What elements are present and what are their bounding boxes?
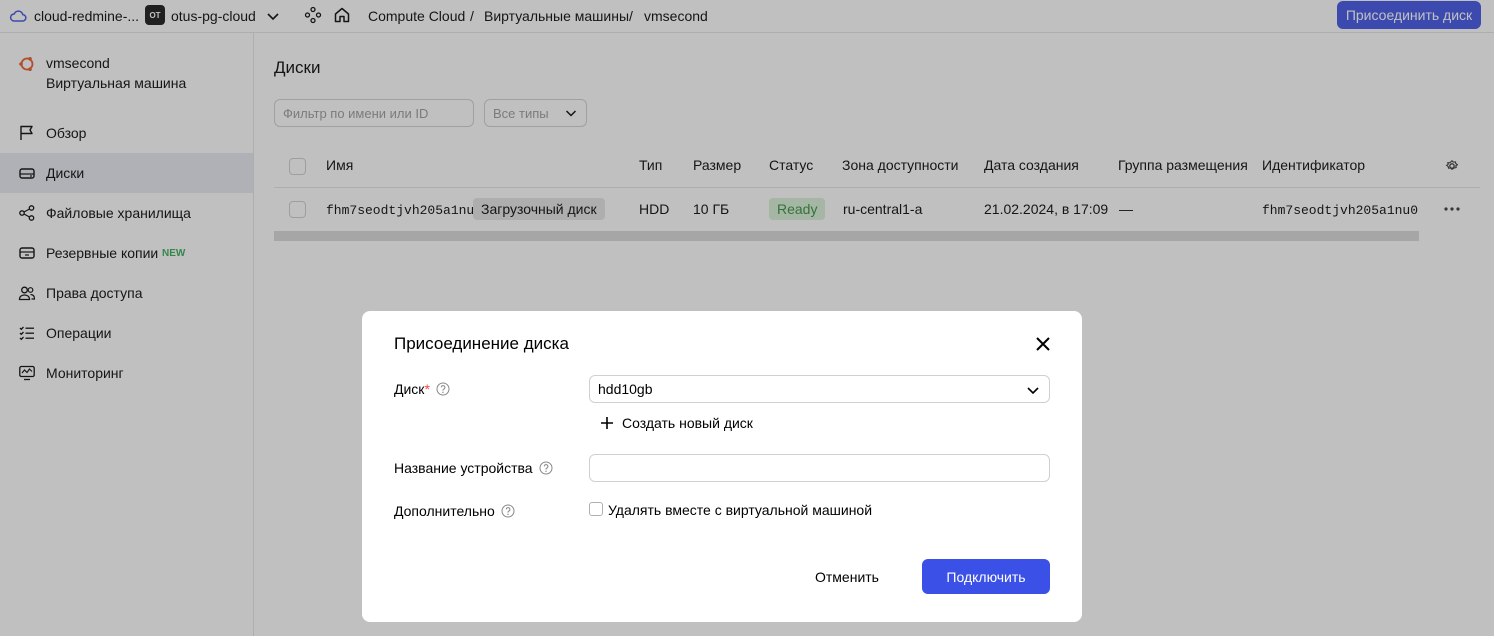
device-label-text: Название устройства bbox=[394, 460, 533, 476]
help-icon[interactable] bbox=[501, 504, 515, 518]
delete-with-vm-label[interactable]: Удалять вместе с виртуальной машиной bbox=[608, 502, 872, 518]
help-icon[interactable] bbox=[539, 461, 553, 475]
required-mark: * bbox=[424, 381, 430, 397]
extra-label-text: Дополнительно bbox=[394, 503, 495, 519]
create-new-disk-label: Создать новый диск bbox=[622, 415, 753, 431]
disk-field-label: Диск * bbox=[394, 381, 450, 397]
chevron-down-icon bbox=[1027, 387, 1039, 395]
help-icon[interactable] bbox=[436, 382, 450, 396]
close-icon[interactable] bbox=[1034, 335, 1052, 353]
connect-button[interactable]: Подключить bbox=[922, 559, 1050, 594]
disk-select[interactable]: hdd10gb bbox=[589, 375, 1050, 403]
disk-label-text: Диск bbox=[394, 381, 425, 397]
dialog-title: Присоединение диска bbox=[394, 334, 569, 353]
create-new-disk-button[interactable]: Создать новый диск bbox=[600, 415, 753, 431]
delete-with-vm-checkbox[interactable] bbox=[589, 502, 603, 516]
app-root: cloud-redmine-... OT otus-pg-cloud Compu… bbox=[0, 0, 1494, 636]
attach-disk-dialog: Присоединение диска Диск * hdd10gb Создат… bbox=[362, 311, 1082, 622]
disk-select-value: hdd10gb bbox=[598, 381, 653, 397]
extra-field-label: Дополнительно bbox=[394, 503, 515, 519]
device-name-input[interactable] bbox=[589, 454, 1050, 482]
plus-icon bbox=[601, 417, 613, 429]
cancel-button[interactable]: Отменить bbox=[796, 559, 898, 594]
device-name-field-label: Название устройства bbox=[394, 460, 553, 476]
